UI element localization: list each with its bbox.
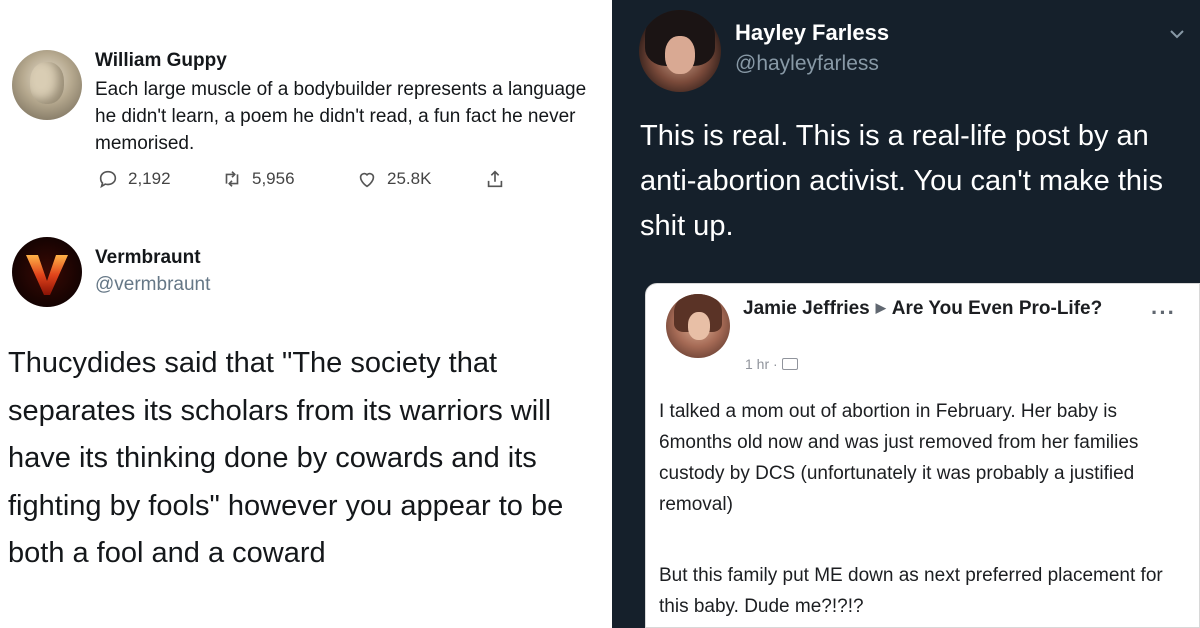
tweet-text: Thucydides said that "The society that s… — [8, 347, 564, 569]
like-icon — [359, 172, 375, 188]
tweet-text: This is real. This is a real-life post b… — [640, 120, 1163, 242]
tweet-actions: 2,192 5,956 25.8K — [97, 168, 506, 190]
right-panel: Hayley Farless @hayleyfarless This is re… — [612, 0, 1200, 628]
retweet-button[interactable]: 5,956 — [221, 168, 356, 190]
tweet-author-handle[interactable]: @vermbraunt — [95, 274, 210, 296]
fb-group-name[interactable]: Are You Even Pro-Life? — [892, 298, 1102, 319]
tweet-author-name[interactable]: William Guppy — [95, 50, 227, 72]
reply-count: 2,192 — [128, 169, 171, 188]
retweet-count: 5,956 — [252, 169, 295, 188]
fb-more-button[interactable]: ··· — [1151, 300, 1176, 326]
fb-author-name[interactable]: Jamie Jeffries — [743, 298, 870, 319]
more-options-button[interactable] — [1168, 25, 1186, 43]
v-logo-icon — [26, 255, 68, 295]
avatar[interactable] — [639, 10, 721, 92]
avatar[interactable] — [666, 294, 730, 358]
share-icon — [487, 170, 503, 188]
fb-post-paragraph: But this family put ME down as next pref… — [659, 565, 1163, 617]
fb-post-time[interactable]: 1 hr · — [745, 356, 778, 372]
fb-post-paragraph: I talked a mom out of abortion in Februa… — [659, 401, 1139, 515]
tweet-text: Each large muscle of a bodybuilder repre… — [95, 79, 587, 154]
tweet-author-handle[interactable]: @hayleyfarless — [735, 52, 879, 76]
avatar[interactable] — [12, 237, 82, 307]
audience-icon — [781, 358, 798, 370]
fb-post-meta: 1 hr · — [745, 356, 798, 372]
tweet-author-name[interactable]: Hayley Farless — [735, 20, 889, 46]
caret-right-icon: ▶ — [875, 300, 886, 315]
embedded-facebook-post: Jamie Jeffries ▶ Are You Even Pro-Life? 1 … — [645, 283, 1200, 628]
share-button[interactable] — [484, 168, 506, 190]
reply-icon — [99, 170, 117, 189]
avatar[interactable] — [12, 50, 82, 120]
retweet-icon — [225, 171, 239, 187]
fb-post-header: Jamie Jeffries ▶ Are You Even Pro-Life? — [743, 294, 1113, 322]
left-panel: William Guppy Each large muscle of a bod… — [0, 0, 607, 628]
reply-button[interactable]: 2,192 — [97, 168, 221, 190]
tweet-author-name[interactable]: Vermbraunt — [95, 247, 201, 269]
chevron-down-icon — [1170, 30, 1184, 39]
like-count: 25.8K — [387, 169, 432, 188]
like-button[interactable]: 25.8K — [356, 168, 484, 190]
